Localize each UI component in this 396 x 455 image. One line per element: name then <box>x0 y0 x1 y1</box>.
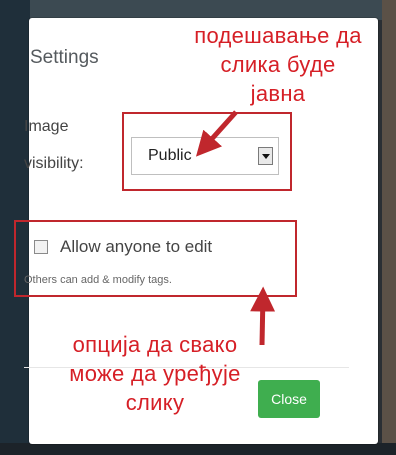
annotation-arrows <box>195 110 276 346</box>
annotation-arrow-bottom <box>250 286 276 346</box>
annotation-arrow-top <box>195 110 238 157</box>
